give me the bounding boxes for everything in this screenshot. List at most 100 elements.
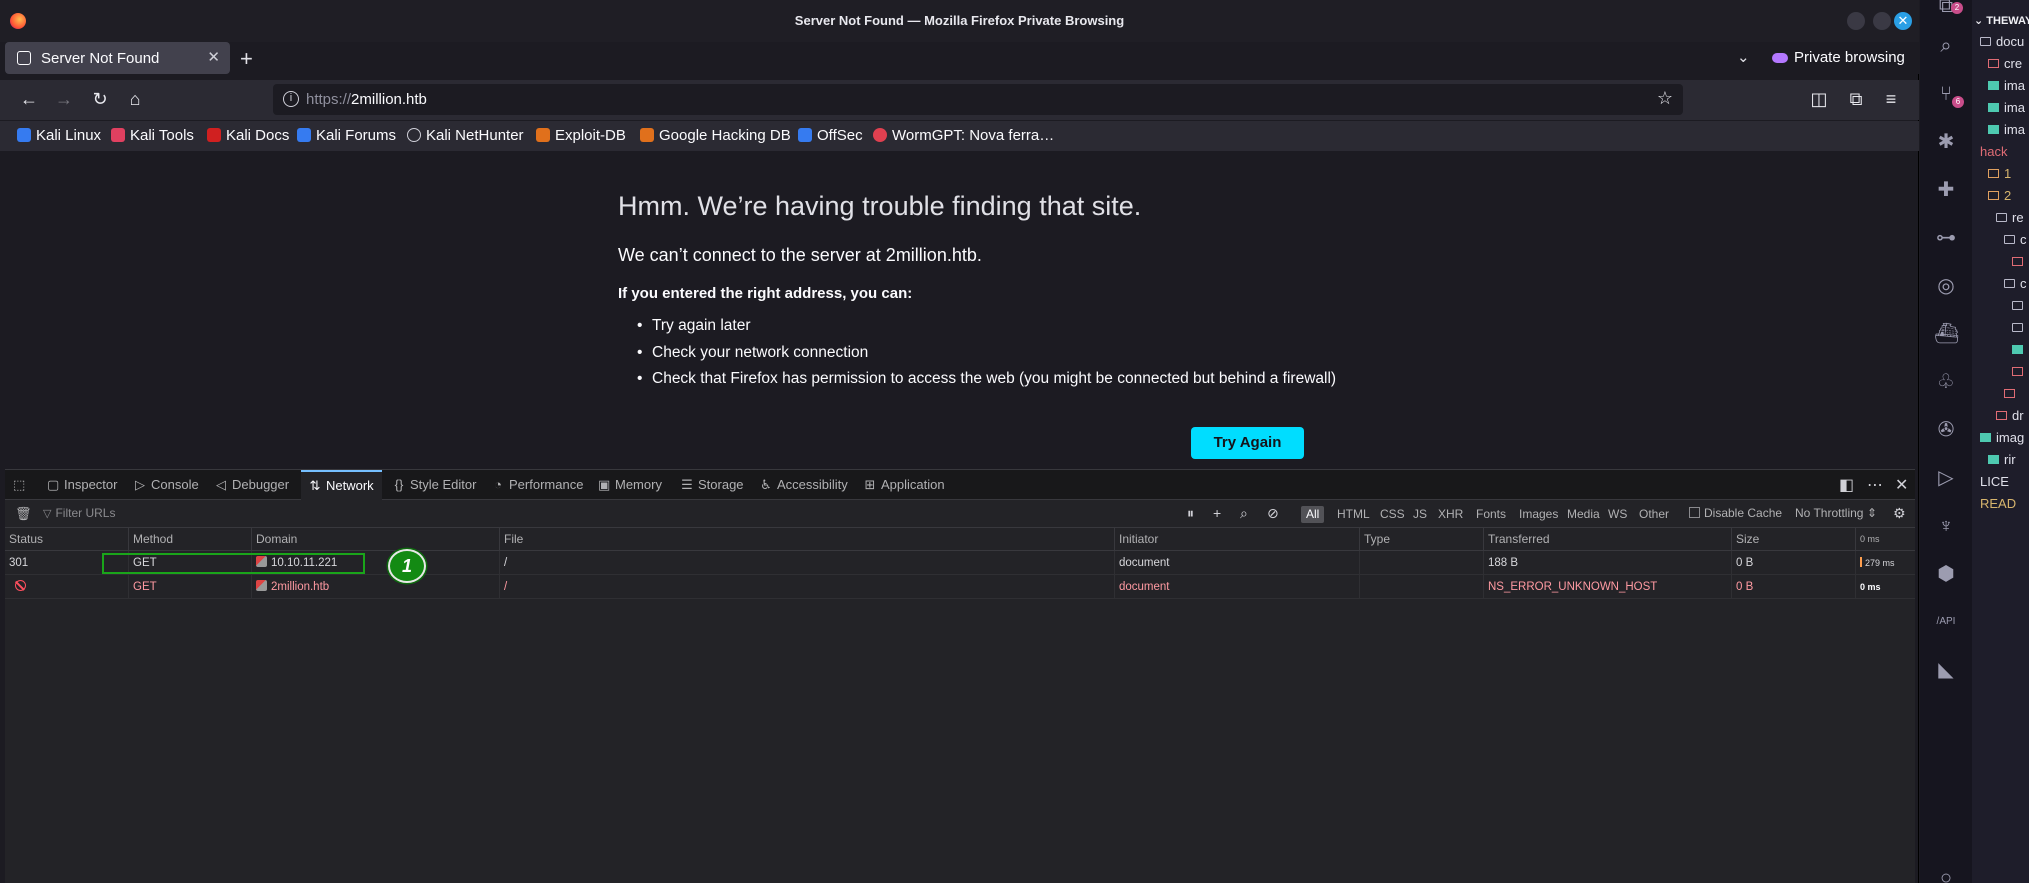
minimize-button[interactable]	[1847, 12, 1865, 30]
git-lens-icon[interactable]: ◎	[1934, 274, 1958, 298]
explorer-item[interactable]: rir	[1988, 452, 2016, 467]
tab-storage[interactable]: ☰ Storage	[681, 470, 743, 500]
explorer-item[interactable]: READ	[1980, 496, 2016, 511]
pause-icon[interactable]: ⏸	[1187, 505, 1194, 522]
explorer-item[interactable]	[2012, 364, 2028, 379]
api-icon[interactable]: /API	[1934, 610, 1958, 634]
explorer-item[interactable]: ima	[1988, 122, 2025, 137]
tab-application[interactable]: ⊞ Application	[864, 470, 945, 500]
back-arrow-icon[interactable]: ←	[18, 89, 40, 110]
tab-server-not-found[interactable]: Server Not Found ✕	[5, 42, 230, 74]
extensions-icon[interactable]: ⧉	[1845, 89, 1867, 110]
new-tab-button[interactable]: +	[240, 46, 253, 72]
kubernetes-icon[interactable]: ✇	[1934, 418, 1958, 442]
forward-arrow-icon[interactable]: →	[53, 89, 75, 110]
search-icon[interactable]: ⌕	[1934, 34, 1958, 58]
explorer-item[interactable]	[2012, 342, 2028, 357]
explorer-item[interactable]: cre	[1988, 56, 2022, 71]
column-status[interactable]: Status	[5, 528, 129, 551]
bookmark-kali-nethunter[interactable]: Kali NetHunter	[407, 127, 524, 144]
maximize-button[interactable]	[1873, 12, 1891, 30]
filter-other[interactable]: Other	[1634, 506, 1674, 523]
list-all-tabs-chevron-icon[interactable]: ⌄	[1737, 48, 1750, 66]
column-initiator[interactable]: Initiator	[1115, 528, 1360, 551]
tab-memory[interactable]: ▣ Memory	[598, 470, 662, 500]
search-icon[interactable]: ⌕	[1240, 505, 1248, 522]
explorer-item[interactable]	[2012, 298, 2028, 313]
close-window-button[interactable]: ✕	[1894, 12, 1912, 30]
close-devtools-icon[interactable]: ✕	[1895, 475, 1908, 495]
explorer-item[interactable]: c	[2004, 276, 2027, 291]
filter-all[interactable]: All	[1301, 506, 1325, 523]
add-icon[interactable]: +	[1213, 505, 1221, 521]
explorer-item[interactable]: ima	[1988, 78, 2025, 93]
tree-icon[interactable]: ♧	[1934, 370, 1958, 394]
column-domain[interactable]: Domain	[252, 528, 500, 551]
bookmark-offsec[interactable]: OffSec	[798, 127, 863, 144]
column-file[interactable]: File	[500, 528, 1115, 551]
filter-urls-input[interactable]: ▽ Filter URLs	[43, 506, 115, 520]
settings-gear-icon[interactable]: ⚙	[1893, 505, 1906, 522]
explorer-item[interactable]	[2012, 320, 2028, 335]
explorer-item[interactable]: ima	[1988, 100, 2025, 115]
site-info-icon[interactable]: i	[283, 91, 299, 107]
bookmark-kali-tools[interactable]: Kali Tools	[111, 127, 194, 144]
tab-network[interactable]: ⇅ Network	[301, 470, 382, 500]
explorer-item[interactable]	[2004, 386, 2020, 401]
filter-js[interactable]: JS	[1408, 506, 1432, 523]
bookmark-kali-forums[interactable]: Kali Forums	[297, 127, 396, 144]
tab-style-editor[interactable]: {} Style Editor	[393, 470, 477, 500]
bookmark-google-hacking-db[interactable]: Google Hacking DB	[640, 127, 791, 144]
bookmark-wormgpt[interactable]: WormGPT: Nova ferra…	[873, 127, 1054, 144]
reload-icon[interactable]: ↻	[89, 89, 111, 110]
block-icon[interactable]: ⊘	[1267, 505, 1279, 522]
url-bar[interactable]: i https://2million.htb ☆	[273, 84, 1683, 115]
column-transferred[interactable]: Transferred	[1484, 528, 1732, 551]
tab-console[interactable]: ▷ Console	[134, 470, 199, 500]
tab-inspector[interactable]: ▢ Inspector	[47, 470, 117, 500]
trash-icon[interactable]: 🗑	[15, 506, 32, 522]
table-row[interactable]: GET 2million.htb / document NS_ERROR_UNK…	[5, 575, 1915, 599]
debug-bug-icon[interactable]: ✱	[1934, 130, 1958, 154]
run-icon[interactable]: ▷	[1934, 466, 1958, 490]
explorer-item[interactable]: docu	[1980, 34, 2024, 49]
extensions-puzzle-icon[interactable]: ✚	[1934, 178, 1958, 202]
cube-icon[interactable]: ⬢	[1934, 562, 1958, 586]
explorer-item[interactable]: 2	[1988, 188, 2011, 203]
filter-xhr[interactable]: XHR	[1433, 506, 1468, 523]
tab-debugger[interactable]: ◁ Debugger	[215, 470, 289, 500]
explorer-item[interactable]: 1	[1988, 166, 2011, 181]
filter-fonts[interactable]: Fonts	[1471, 506, 1511, 523]
dock-side-icon[interactable]: ◧	[1839, 475, 1854, 495]
filter-images[interactable]: Images	[1514, 506, 1563, 523]
url-text[interactable]: https://2million.htb	[306, 91, 427, 108]
filter-css[interactable]: CSS	[1375, 506, 1410, 523]
menu-icon[interactable]: ≡	[1880, 89, 1902, 110]
explorer-item[interactable]: dr	[1996, 408, 2024, 423]
column-size[interactable]: Size	[1732, 528, 1856, 551]
git-graph-icon[interactable]: ⊶	[1934, 226, 1958, 250]
throttling-select[interactable]: No Throttling ⇕	[1795, 506, 1877, 520]
docker-icon[interactable]: ⛴	[1934, 322, 1959, 346]
tab-performance[interactable]: ◔ Performance	[492, 470, 583, 500]
pocket-icon[interactable]: ◫	[1808, 89, 1830, 110]
explorer-item[interactable]: hack	[1980, 144, 2007, 159]
home-icon[interactable]: ⌂	[124, 89, 146, 110]
explorer-item[interactable]	[2012, 254, 2028, 269]
python-icon[interactable]: ♆	[1934, 514, 1958, 538]
more-options-icon[interactable]: ⋯	[1867, 475, 1883, 495]
column-method[interactable]: Method	[129, 528, 252, 551]
filter-media[interactable]: Media	[1562, 506, 1605, 523]
account-circle-icon[interactable]: ○	[1934, 866, 1958, 883]
column-type[interactable]: Type	[1360, 528, 1484, 551]
explorer-item[interactable]: re	[1996, 210, 2024, 225]
bookmark-kali-docs[interactable]: Kali Docs	[207, 127, 289, 144]
tab-accessibility[interactable]: ♿ Accessibility	[760, 470, 848, 500]
disable-cache-checkbox[interactable]: Disable Cache	[1689, 506, 1782, 520]
bookmark-star-icon[interactable]: ☆	[1657, 88, 1673, 109]
column-waterfall[interactable]: 0 ms	[1856, 528, 1915, 551]
explorer-item[interactable]: imag	[1980, 430, 2024, 445]
explorer-item[interactable]: LICE	[1980, 474, 2009, 489]
element-picker-icon[interactable]: ⬚	[13, 470, 30, 500]
bookmark-exploit-db[interactable]: Exploit-DB	[536, 127, 626, 144]
